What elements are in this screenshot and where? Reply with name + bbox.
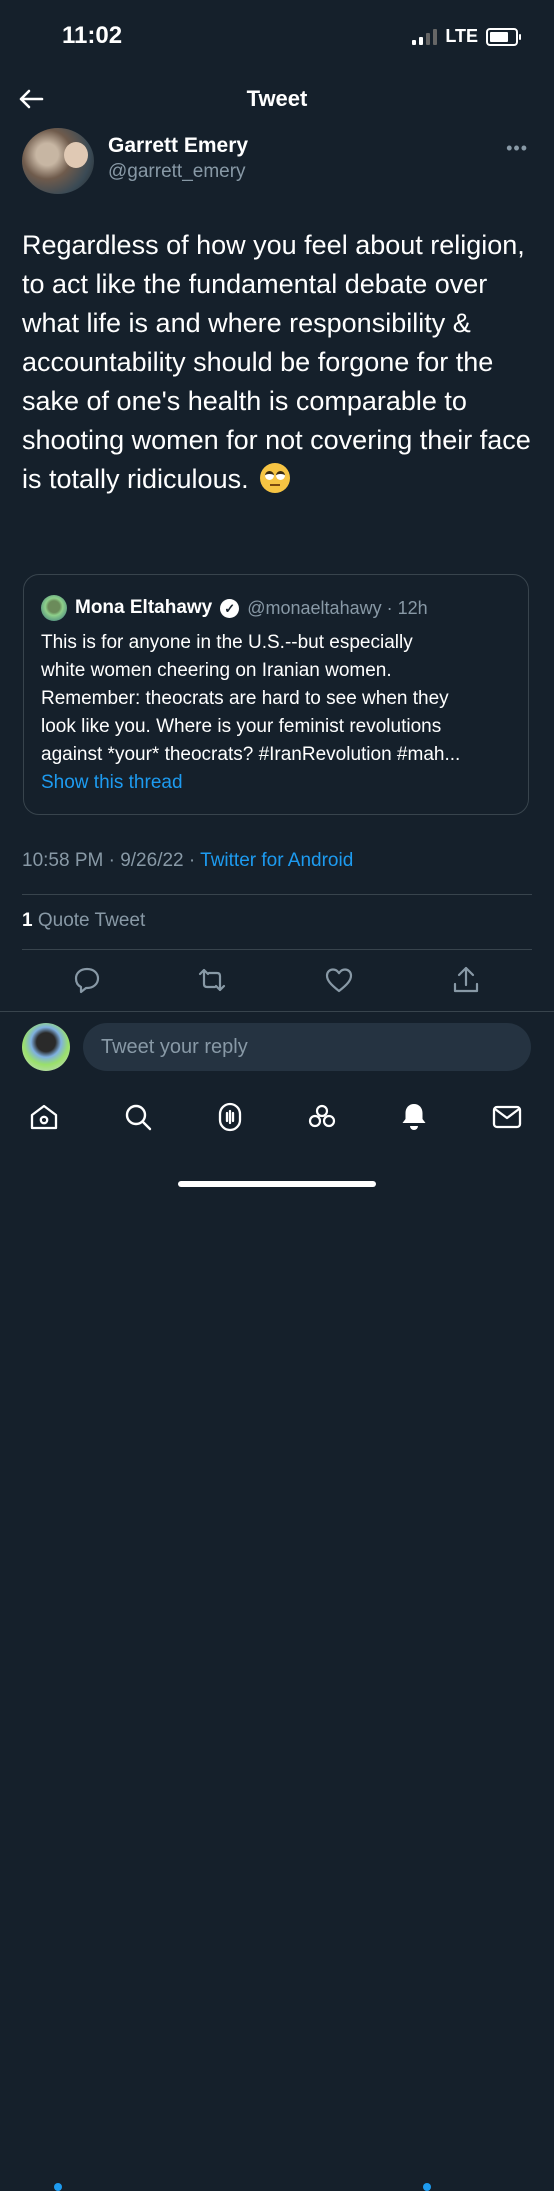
quoted-text-line: look like you. Where is your feminist re… [41,716,442,737]
page-title: Tweet [246,86,308,111]
show-thread-link[interactable]: Show this thread [41,772,183,794]
author-avatar[interactable] [22,128,94,194]
rolling-eyes-emoji-icon [260,463,291,493]
status-bar: 11:02 LTE [0,0,554,76]
retweet-icon[interactable] [196,964,228,996]
home-indicator [178,1181,376,1187]
notifications-dot [423,2183,431,2191]
tweet-body: Regardless of how you feel about religio… [22,230,531,494]
quoted-text-line: Remember: theocrats are hard to see when… [41,688,449,709]
quoted-tweet[interactable]: Mona Eltahawy ✓ @monaeltahawy · 12h This… [23,574,529,815]
author-name[interactable]: Garrett Emery [108,134,248,158]
home-icon[interactable] [27,1100,61,1134]
reply-icon[interactable] [71,964,103,996]
quote-count-value: 1 [22,910,33,931]
tweet-source-link[interactable]: Twitter for Android [200,850,353,871]
quoted-text-line: white women cheering on Iranian women. [41,660,392,681]
share-icon[interactable] [450,964,482,996]
signal-icon [412,28,438,45]
reply-input[interactable]: Tweet your reply [83,1023,531,1071]
spaces-icon[interactable] [213,1100,247,1134]
nav-bar: Tweet [0,76,554,122]
quote-count-label: Quote Tweet [32,910,146,931]
quoted-tweet-text: This is for anyone in the U.S.--but espe… [41,629,519,769]
tweet-timestamp: 10:58 PM · 9/26/22 · [22,850,201,871]
quoted-author-handle: @monaeltahawy · 12h [247,597,428,618]
status-time: 11:02 [62,22,123,49]
more-options-icon[interactable]: ••• [506,138,528,159]
author-handle[interactable]: @garrett_emery [108,161,246,183]
like-icon[interactable] [323,964,355,996]
communities-icon[interactable] [305,1100,339,1134]
battery-icon [486,27,521,46]
quote-tweet-count[interactable]: 1 Quote Tweet [22,910,145,932]
messages-icon[interactable] [490,1100,524,1134]
quoted-author-name: Mona Eltahawy [75,597,213,618]
bottom-tab-bar [0,1088,554,2191]
network-type: LTE [445,26,478,46]
quoted-text-line: against *your* theocrats? #IranRevolutio… [41,744,461,765]
status-indicators: LTE [412,26,521,47]
tweet-actions [0,958,554,1008]
reply-bar: Tweet your reply [0,1011,554,1082]
tweet-text: Regardless of how you feel about religio… [22,226,532,499]
notifications-icon[interactable] [397,1100,431,1134]
quoted-tweet-header: Mona Eltahawy ✓ @monaeltahawy · 12h [41,595,428,621]
divider [22,894,532,895]
quoted-text-line: This is for anyone in the U.S.--but espe… [41,632,413,653]
current-user-avatar [22,1023,70,1071]
divider [22,949,532,950]
search-icon[interactable] [121,1100,155,1134]
verified-badge-icon: ✓ [220,598,240,618]
tweet-author: Garrett Emery @garrett_emery ••• [22,128,534,198]
home-notification-dot [54,2183,62,2191]
quoted-author-avatar [41,595,67,621]
tweet-meta: 10:58 PM · 9/26/22 · Twitter for Android [22,850,353,872]
